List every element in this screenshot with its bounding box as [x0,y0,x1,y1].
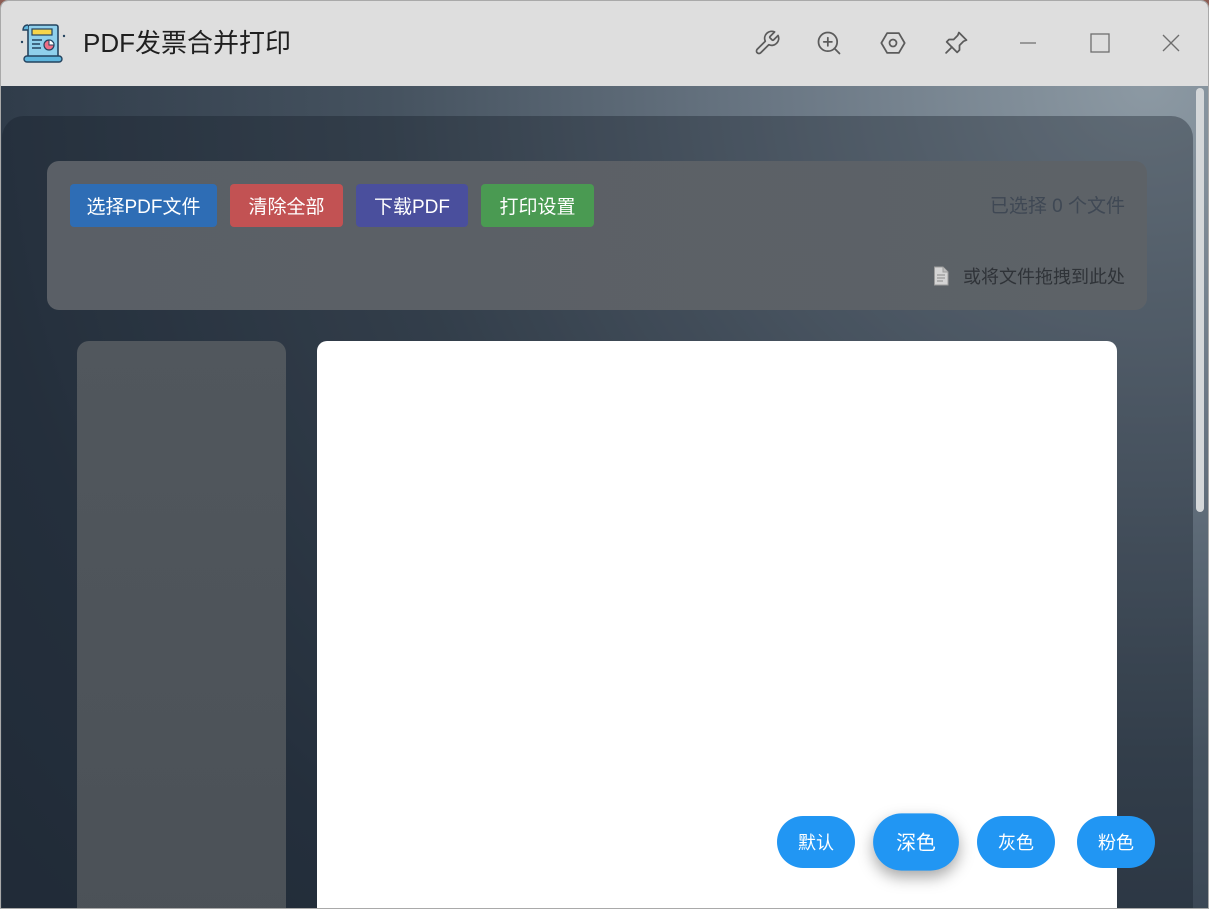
maximize-button[interactable] [1077,23,1123,63]
document-icon [934,266,949,286]
title-bar[interactable]: PDF发票合并打印 [1,1,1208,86]
minimize-icon [1020,42,1036,44]
window-title: PDF发票合并打印 [83,28,292,58]
content-area: 选择PDF文件 清除全部 下载PDF 打印设置 已选择 0 个文件 或将文件拖拽… [1,86,1208,908]
file-toolbar: 选择PDF文件 清除全部 下载PDF 打印设置 已选择 0 个文件 或将文件拖拽… [47,161,1147,310]
theme-switcher: 默认 深色 灰色 粉色 [777,813,1155,871]
close-button[interactable] [1148,23,1194,63]
theme-gray-button[interactable]: 灰色 [977,816,1055,868]
file-list-sidebar [77,341,286,908]
main-panel: 选择PDF文件 清除全部 下载PDF 打印设置 已选择 0 个文件 或将文件拖拽… [2,116,1193,908]
tools-button[interactable] [747,23,787,63]
theme-dark-button[interactable]: 深色 [873,813,959,871]
zoom-in-button[interactable] [809,23,849,63]
select-pdf-button[interactable]: 选择PDF文件 [70,184,217,227]
drop-zone-hint[interactable]: 或将文件拖拽到此处 [932,262,1125,290]
pin-icon [945,31,968,54]
pin-button[interactable] [936,23,976,63]
wrench-icon [755,30,780,55]
minimize-button[interactable] [1005,23,1051,63]
hexagon-settings-icon [880,32,906,54]
action-buttons: 选择PDF文件 清除全部 下载PDF 打印设置 [70,184,594,227]
print-settings-button[interactable]: 打印设置 [481,184,594,227]
invoice-scroll-icon [19,22,67,66]
clear-all-button[interactable]: 清除全部 [230,184,343,227]
maximize-icon [1090,33,1110,53]
app-window: PDF发票合并打印 选择PDF文件 清除全部 下载PDF 打印设置 已选择 0 … [0,0,1209,909]
drop-hint-text: 或将文件拖拽到此处 [963,267,1125,287]
zoom-in-icon [817,31,841,55]
vertical-scrollbar-thumb[interactable] [1196,88,1204,512]
theme-pink-button[interactable]: 粉色 [1077,816,1155,868]
theme-default-button[interactable]: 默认 [777,816,855,868]
close-icon [1162,34,1180,52]
download-pdf-button[interactable]: 下载PDF [356,184,468,227]
file-count-status: 已选择 0 个文件 [989,196,1125,217]
settings-button[interactable] [873,23,913,63]
